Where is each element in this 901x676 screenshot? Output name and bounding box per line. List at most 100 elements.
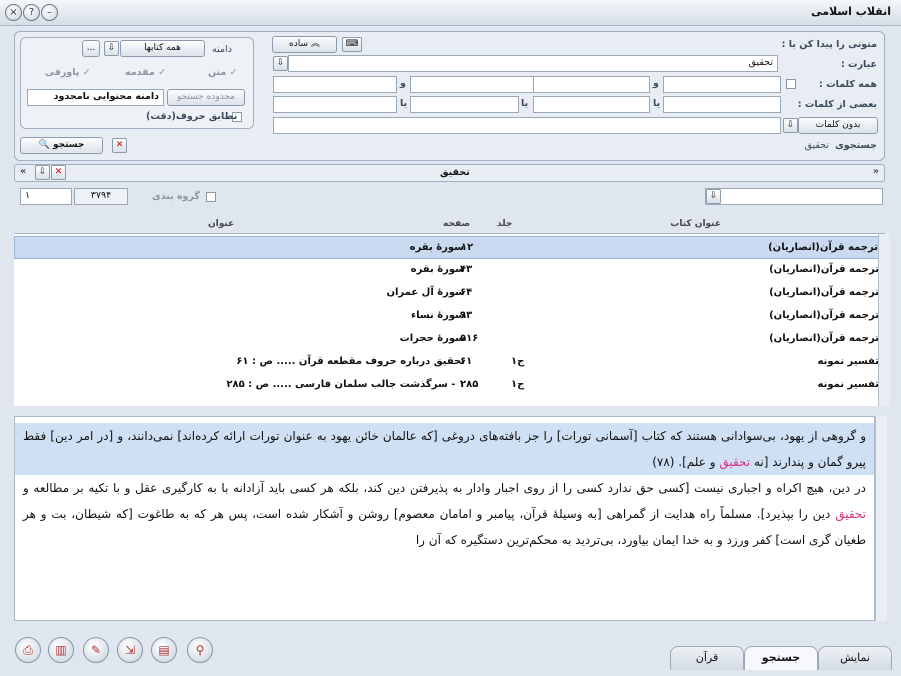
search-icon: 🔍	[38, 140, 50, 150]
column-volume[interactable]: جلد	[497, 219, 512, 229]
results-title: تحقیق	[440, 167, 470, 178]
cell-book: ترجمه قرآن(انصاریان)	[768, 242, 878, 253]
note-icon[interactable]: ▤	[151, 637, 177, 663]
cell-title: سورهٔ نساء	[410, 310, 465, 321]
column-page[interactable]: صفحه	[443, 219, 470, 229]
some-words-label: بعضی از کلمات :	[797, 99, 877, 110]
results-scrollbar[interactable]	[878, 234, 890, 406]
check-icon: ✓	[226, 67, 238, 78]
cell-title: سورهٔ حجرات	[399, 333, 465, 344]
books-icon[interactable]: ▥	[48, 637, 74, 663]
close-results-icon[interactable]: ✕	[51, 165, 66, 180]
all-words-label: همه کلمات :	[818, 79, 877, 90]
filter-dropdown-icon[interactable]: ⇩	[706, 189, 721, 204]
search-limit-button[interactable]: محدوده جستجو	[167, 89, 245, 106]
without-words-select[interactable]: بدون کلمات	[798, 117, 878, 134]
double-chevron-up-icon: ︽	[308, 39, 320, 49]
table-row[interactable]: ترجمه قرآن(انصاریان) ۴۳ سورهٔ بقره	[14, 259, 885, 282]
column-book[interactable]: عنوان کتاب	[670, 219, 721, 229]
limit-value: دامنه محتوایی نامحدود	[27, 89, 164, 106]
minimize-icon[interactable]: –	[41, 4, 58, 21]
filter-input[interactable]	[705, 188, 883, 205]
tab-show[interactable]: نمایش	[818, 646, 892, 670]
history-value[interactable]: تحقیق	[805, 140, 829, 151]
keyboard-icon[interactable]: ⌨	[342, 37, 362, 52]
tab-search[interactable]: جستجو	[744, 646, 818, 670]
paragraph-1: و گروهی از یهود، بی‌سوادانی هستند که کتا…	[15, 423, 874, 475]
and-label: و	[400, 78, 406, 89]
clear-icon[interactable]: ✕	[112, 138, 127, 153]
without-words-input[interactable]	[273, 117, 781, 134]
history-label: جستجوی	[835, 140, 877, 151]
close-icon[interactable]: ×	[5, 4, 22, 21]
grouping-checkbox[interactable]	[206, 192, 216, 202]
cell-book: تفسیر نمونه	[817, 356, 879, 367]
cell-title: سورهٔ بقره	[410, 264, 465, 275]
some-words-input-3[interactable]	[410, 96, 519, 113]
search-icon[interactable]: ⚲	[187, 637, 213, 663]
grouping-label: گروه بندی	[152, 191, 200, 202]
cell-title: سورهٔ بقره	[409, 242, 464, 253]
cell-book: ترجمه قرآن(انصاریان)	[769, 310, 879, 321]
down-arrow-icon[interactable]: ⇩	[35, 165, 50, 180]
expand-icon[interactable]: «	[873, 166, 879, 177]
all-words-input-1[interactable]	[663, 76, 781, 93]
some-words-input-4[interactable]	[273, 96, 397, 113]
edit-icon[interactable]: ✎	[83, 637, 109, 663]
all-words-checkbox[interactable]	[786, 79, 796, 89]
search-heading: متونی را پیدا کن با :	[781, 39, 877, 50]
or-label: یا	[400, 98, 408, 109]
cell-book: تفسیر نمونه	[817, 379, 879, 390]
some-words-input-2[interactable]	[533, 96, 650, 113]
table-row[interactable]: ترجمه قرآن(انصاریان) ۹۳ سورهٔ نساء	[14, 305, 885, 328]
all-words-input-mid[interactable]	[533, 76, 650, 93]
column-title[interactable]: عنوان	[208, 219, 234, 229]
text-scrollbar[interactable]	[875, 416, 887, 621]
domain-more-button[interactable]: ...	[82, 40, 100, 57]
simple-mode-button[interactable]: ︽ ساده	[272, 36, 337, 53]
exact-match-label: تطابق حروف(دقت)	[146, 111, 238, 122]
help-icon[interactable]: ?	[23, 4, 40, 21]
table-row[interactable]: ترجمه قرآن(انصاریان) ۵۱۶ سورهٔ حجرات	[14, 328, 885, 351]
check-icon: ✓	[154, 67, 167, 78]
some-words-input-1[interactable]	[663, 96, 781, 113]
text-option[interactable]: ✓ متن	[208, 67, 238, 78]
or-label: یا	[653, 98, 661, 109]
and-label: و	[653, 78, 659, 89]
phrase-dropdown-icon[interactable]: ⇩	[273, 56, 288, 71]
table-row[interactable]: تفسیر نمونه ج۱ ۲۸۵ ۱ - سرگذشت جالب سلمان فا…	[14, 374, 885, 397]
table-row[interactable]: تفسیر نمونه ج۱ ۶۱ تحقیق درباره حروف مقطعه ق…	[14, 351, 885, 374]
search-button[interactable]: جستجو 🔍	[20, 137, 103, 154]
cell-volume: ج۱	[511, 356, 525, 367]
paragraph-2: در دین، هیچ اکراه و اجباری نیست [کسی حق …	[23, 481, 866, 547]
cell-title: تحقیق درباره حروف مقطعه قرآن ..... ص : ۶…	[236, 356, 465, 367]
without-dropdown-icon[interactable]: ⇩	[783, 118, 798, 133]
page-number[interactable]: ۱	[20, 188, 72, 205]
cell-volume: ج۱	[511, 379, 525, 390]
table-row[interactable]: ترجمه قرآن(انصاریان) ۶۴ سورهٔ آل عمران	[14, 282, 885, 305]
table-row[interactable]: ترجمه قرآن(انصاریان) ۱۲ سورهٔ بقره	[14, 236, 885, 259]
text-view: و گروهی از یهود، بی‌سوادانی هستند که کتا…	[14, 416, 875, 621]
tab-quran[interactable]: قرآن	[670, 646, 744, 670]
cell-book: ترجمه قرآن(انصاریان)	[769, 264, 879, 275]
result-count: ۳۷۹۴	[74, 188, 128, 205]
domain-select[interactable]: همه کتابها	[120, 40, 205, 57]
phrase-input[interactable]: تحقیق	[288, 55, 778, 72]
domain-label: دامنه	[212, 44, 232, 55]
footnote-option[interactable]: ✓ پاورقی	[45, 67, 91, 78]
or-label: یا	[521, 98, 529, 109]
collapse-icon[interactable]: »	[20, 166, 26, 177]
all-words-input-3[interactable]	[273, 76, 397, 93]
phrase-label: عبارت :	[840, 59, 877, 70]
cell-title: ۱ - سرگذشت جالب سلمان فارسی ..... ص : ۲۸…	[226, 379, 465, 390]
intro-option[interactable]: ✓ مقدمه	[125, 67, 166, 78]
cell-book: ترجمه قرآن(انصاریان)	[769, 287, 879, 298]
highlight: تحقیق	[835, 507, 866, 521]
highlight: تحقیق	[719, 455, 751, 469]
domain-dropdown-icon[interactable]: ⇩	[104, 41, 119, 56]
export-icon[interactable]: ⇲	[117, 637, 143, 663]
cell-title: سورهٔ آل عمران	[386, 287, 465, 298]
title-bar: انقلاب اسلامی × ? –	[0, 0, 901, 26]
print-icon[interactable]: ⎙	[15, 637, 41, 663]
cell-book: ترجمه قرآن(انصاریان)	[769, 333, 879, 344]
